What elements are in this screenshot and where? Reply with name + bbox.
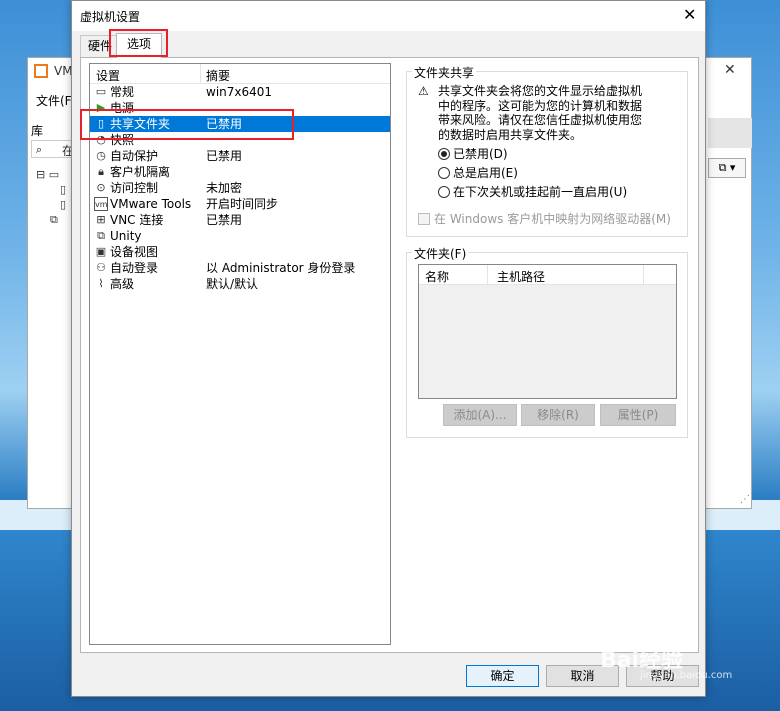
settings-row-device-view[interactable]: ▣ 设备视图: [90, 244, 390, 260]
ok-button[interactable]: 确定: [466, 665, 539, 687]
vmware-logo-icon: [34, 64, 48, 78]
column-host-path[interactable]: 主机路径: [497, 268, 545, 285]
radio-indicator[interactable]: [438, 186, 450, 198]
tree-item-icon[interactable]: ▯: [60, 198, 66, 211]
checkbox-box[interactable]: [418, 213, 430, 225]
row-summary: 已禁用: [206, 213, 243, 227]
header-summary[interactable]: 摘要: [206, 67, 230, 84]
bg-file-menu[interactable]: 文件(F: [36, 92, 72, 109]
settings-list-header: 设置 摘要: [90, 64, 390, 84]
folder-sharing-title: 文件夹共享: [412, 64, 477, 81]
baidu-watermark-url: jingyan.baidu.com: [640, 670, 733, 681]
radio-always-enabled[interactable]: 总是启用(E): [438, 164, 518, 181]
settings-row-advanced[interactable]: ⌇ 高级 默认/默认: [90, 276, 390, 292]
dialog-titlebar: 虚拟机设置 ✕: [72, 1, 705, 31]
map-network-drive-checkbox[interactable]: 在 Windows 客户机中映射为网络驱动器(M): [418, 210, 671, 227]
settings-row-vnc[interactable]: ⊞ VNC 连接 已禁用: [90, 212, 390, 228]
settings-row-isolation[interactable]: 🔒︎ 客户机隔离: [90, 164, 390, 180]
folders-table[interactable]: 名称 主机路径: [418, 264, 677, 399]
row-label: 访问控制: [110, 181, 159, 195]
dialog-close-icon[interactable]: ✕: [683, 5, 696, 25]
settings-row-general[interactable]: ▭ 常规 win7x6401: [90, 84, 390, 100]
autologin-icon: ⚇: [96, 261, 106, 274]
bg-window-title: VM: [54, 64, 73, 78]
radio-label: 在下次关机或挂起前一直启用(U): [453, 185, 628, 199]
row-label: 客户机隔离: [110, 165, 171, 179]
vmware-tools-icon: vm: [94, 197, 108, 211]
folders-title: 文件夹(F): [412, 245, 469, 262]
row-summary: 未加密: [206, 181, 243, 195]
settings-row-autologin[interactable]: ⚇ 自动登录 以 Administrator 身份登录: [90, 260, 390, 276]
bg-library-label: 库: [31, 124, 44, 138]
unity-icon: ⧉: [97, 229, 105, 242]
settings-row-vmware-tools[interactable]: vm VMware Tools 开启时间同步: [90, 196, 390, 212]
row-summary: 默认/默认: [206, 277, 259, 291]
radio-disabled[interactable]: 已禁用(D): [438, 145, 508, 162]
row-summary: win7x6401: [206, 85, 273, 99]
warning-icon: ⚠: [418, 84, 429, 98]
access-control-icon: ⊙: [96, 181, 106, 194]
row-summary: 开启时间同步: [206, 197, 279, 211]
settings-row-autoprotect[interactable]: ◷ 自动保护 已禁用: [90, 148, 390, 164]
column-name[interactable]: 名称: [425, 268, 449, 285]
bg-search-input[interactable]: ⌕ 在: [31, 140, 75, 158]
radio-label: 已禁用(D): [453, 147, 508, 161]
bg-display-button[interactable]: ⧉ ▾: [708, 158, 746, 178]
vnc-icon: ⊞: [96, 213, 106, 226]
add-folder-button[interactable]: 添加(A)...: [443, 404, 517, 426]
checkbox-label: 在 Windows 客户机中映射为网络驱动器(M): [434, 212, 671, 226]
dialog-title: 虚拟机设置: [80, 10, 141, 24]
row-label: 设备视图: [110, 245, 159, 259]
search-icon: ⌕: [36, 143, 43, 156]
row-label: Unity: [110, 229, 142, 243]
folder-properties-button[interactable]: 属性(P): [600, 404, 676, 426]
advanced-icon: ⌇: [98, 277, 104, 290]
column-divider: [487, 265, 488, 285]
bg-library-tree[interactable]: ⊟ ▭ ▯ ▯ ⧉: [36, 168, 66, 227]
header-divider: [200, 64, 201, 84]
radio-until-poweroff[interactable]: 在下次关机或挂起前一直启用(U): [438, 183, 627, 200]
row-label: 自动登录: [110, 261, 159, 275]
header-setting[interactable]: 设置: [96, 67, 120, 84]
options-tab-highlight: [109, 29, 168, 57]
row-label: 高级: [110, 277, 135, 291]
tree-shared-icon[interactable]: ⧉: [50, 213, 66, 227]
row-summary: 已禁用: [206, 149, 243, 163]
tree-expand-icon[interactable]: ⊟ ▭: [36, 168, 66, 181]
general-icon: ▭: [95, 85, 107, 98]
settings-row-unity[interactable]: ⧉ Unity: [90, 228, 390, 244]
folder-sharing-warning: 共享文件夹会将您的文件显示给虚拟机中的程序。这可能为您的计算机和数据带来风险。请…: [438, 84, 643, 142]
row-label: 常规: [110, 85, 135, 99]
tree-item-icon[interactable]: ▯: [60, 183, 66, 196]
shared-folder-highlight: [80, 109, 294, 140]
row-label: VMware Tools: [110, 197, 192, 211]
radio-indicator[interactable]: [438, 167, 450, 179]
bg-toolbar-strip: [708, 118, 752, 148]
settings-list[interactable]: 设置 摘要 ▭ 常规 win7x6401 ▶ 电源 ▯ 共享文件夹 已禁用 ◔ …: [89, 63, 391, 645]
row-summary: 以 Administrator 身份登录: [206, 261, 356, 275]
radio-label: 总是启用(E): [453, 166, 518, 180]
device-view-icon: ▣: [95, 245, 107, 258]
folders-table-header: 名称 主机路径: [419, 265, 676, 285]
remove-folder-button[interactable]: 移除(R): [521, 404, 595, 426]
row-label: 自动保护: [110, 149, 159, 163]
column-divider: [643, 265, 644, 285]
resize-grip-icon[interactable]: ⋰: [740, 494, 750, 505]
settings-row-access-control[interactable]: ⊙ 访问控制 未加密: [90, 180, 390, 196]
row-label: VNC 连接: [110, 213, 164, 227]
radio-indicator[interactable]: [438, 148, 450, 160]
lock-icon: 🔒︎: [98, 165, 104, 178]
bg-close-icon[interactable]: ✕: [724, 62, 736, 78]
autoprotect-icon: ◷: [96, 149, 106, 162]
